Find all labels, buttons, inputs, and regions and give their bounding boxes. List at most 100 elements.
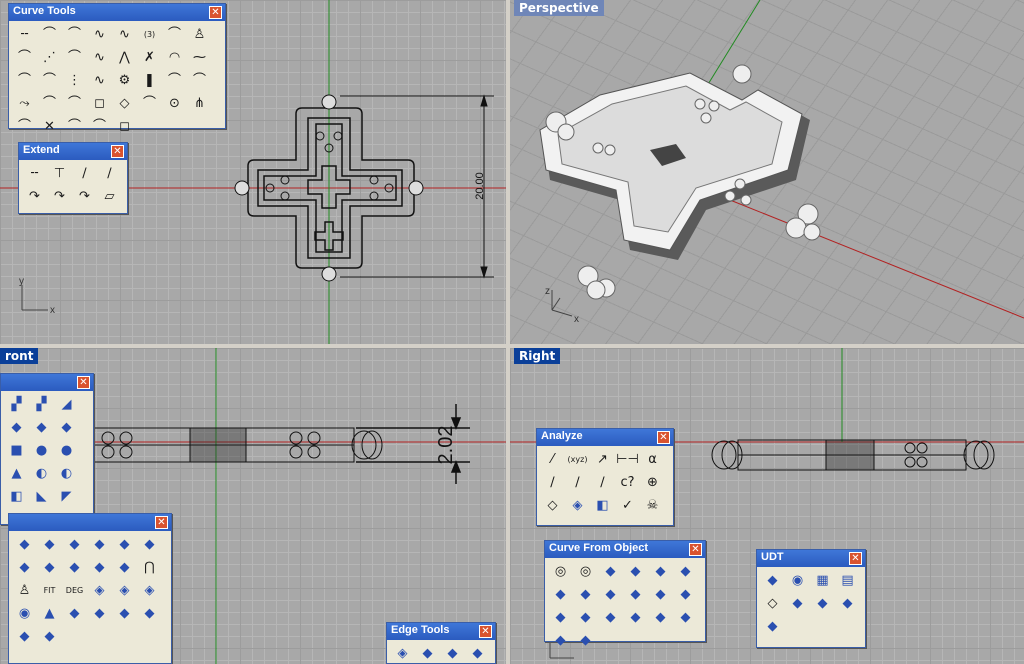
- viewport-label-right[interactable]: Right: [514, 348, 561, 364]
- analyze-tool-button[interactable]: ⊢⊣: [616, 449, 639, 470]
- extend-tool-button[interactable]: ╌: [23, 163, 46, 184]
- curve-tools-titlebar[interactable]: Curve Tools ✕: [9, 4, 225, 21]
- curve-from-object-tool-button[interactable]: ◆: [599, 584, 622, 605]
- curve-from-object-tool-button[interactable]: ◆: [574, 630, 597, 651]
- curve-tools-tool-button[interactable]: ⌒: [63, 24, 86, 45]
- curve-tools-tool-button[interactable]: ╌: [13, 24, 36, 45]
- analyze-tool-button[interactable]: ∕: [591, 472, 614, 493]
- analyze-tool-button[interactable]: (xyz): [566, 449, 589, 470]
- edge-tools-titlebar[interactable]: Edge Tools ✕: [387, 623, 495, 640]
- curve-tools-tool-button[interactable]: ◠: [163, 47, 186, 68]
- udt-tool-button[interactable]: ◆: [811, 593, 834, 614]
- extend-tool-button[interactable]: ∕: [98, 163, 121, 184]
- curve-tools-tool-button[interactable]: ⋔: [188, 93, 211, 114]
- analyze-tool-button[interactable]: ☠: [641, 495, 664, 516]
- analyze-tool-button[interactable]: ✓: [616, 495, 639, 516]
- surface-titlebar[interactable]: ✕: [9, 514, 171, 531]
- front-left-titlebar[interactable]: ✕: [1, 374, 93, 391]
- curve-tools-tool-button[interactable]: ◻: [88, 93, 111, 114]
- analyze-tool-button[interactable]: ⁄: [541, 449, 564, 470]
- surface-tool-button[interactable]: ⋂: [138, 557, 161, 578]
- surface-tool-button[interactable]: ◆: [13, 557, 36, 578]
- udt-tool-button[interactable]: ◆: [836, 593, 859, 614]
- surface-tool-button[interactable]: ◆: [138, 534, 161, 555]
- surface-tool-button[interactable]: ◆: [113, 603, 136, 624]
- extend-tool-button[interactable]: ∕: [73, 163, 96, 184]
- close-icon[interactable]: ✕: [657, 431, 670, 444]
- curve-from-object-tool-button[interactable]: ◆: [574, 584, 597, 605]
- curve-from-object-tool-button[interactable]: ◆: [674, 607, 697, 628]
- surface-tool-button[interactable]: ◆: [63, 557, 86, 578]
- front-left-tool-button[interactable]: ●: [55, 440, 78, 461]
- curve-tools-tool-button[interactable]: ∿: [88, 47, 111, 68]
- curve-from-object-tool-button[interactable]: ◆: [649, 584, 672, 605]
- surface-tool-button[interactable]: ◆: [63, 603, 86, 624]
- front-left-tool-button[interactable]: ◧: [5, 486, 28, 507]
- curve-from-object-tool-button[interactable]: ◆: [649, 607, 672, 628]
- close-icon[interactable]: ✕: [111, 145, 124, 158]
- curve-tools-tool-button[interactable]: ⌒: [88, 116, 111, 137]
- surface-tool-button[interactable]: ◆: [38, 534, 61, 555]
- surface-tool-button[interactable]: ◆: [88, 603, 111, 624]
- curve-tools-tool-button[interactable]: ♙: [188, 24, 211, 45]
- curve-tools-tool-button[interactable]: ⌒: [63, 93, 86, 114]
- analyze-tool-button[interactable]: ◇: [541, 495, 564, 516]
- front-left-tool-button[interactable]: ◢: [55, 394, 78, 415]
- front-left-tool-button[interactable]: ◐: [55, 463, 78, 484]
- udt-tool-button[interactable]: ◇: [761, 593, 784, 614]
- surface-tool-button[interactable]: ◆: [113, 557, 136, 578]
- curve-tools-tool-button[interactable]: ⌒: [63, 116, 86, 137]
- close-icon[interactable]: ✕: [155, 516, 168, 529]
- curve-tools-tool-button[interactable]: ⁓: [188, 47, 211, 68]
- curve-tools-tool-button[interactable]: ◻: [113, 116, 136, 137]
- analyze-tool-button[interactable]: ∕: [566, 472, 589, 493]
- curve-tools-tool-button[interactable]: ∿: [113, 24, 136, 45]
- surface-tool-button[interactable]: ◆: [38, 557, 61, 578]
- front-left-tool-button[interactable]: ▲: [5, 463, 28, 484]
- surface-tool-button[interactable]: FIT: [38, 580, 61, 601]
- perspective-viewport[interactable]: z x Perspective: [510, 0, 1024, 344]
- surface-tool-button[interactable]: ◈: [113, 580, 136, 601]
- edge-tools-tool-button[interactable]: ◆: [416, 643, 439, 664]
- curve-tools-tool-button[interactable]: ⌒: [163, 70, 186, 91]
- extend-tool-button[interactable]: ↷: [23, 186, 46, 207]
- close-icon[interactable]: ✕: [77, 376, 90, 389]
- close-icon[interactable]: ✕: [689, 543, 702, 556]
- surface-tool-button[interactable]: ♙: [13, 580, 36, 601]
- surface-tool-button[interactable]: ◉: [13, 603, 36, 624]
- front-left-tool-button[interactable]: ▞: [30, 394, 53, 415]
- surface-tool-button[interactable]: ◆: [13, 534, 36, 555]
- curve-from-object-tool-button[interactable]: ◆: [624, 561, 647, 582]
- curve-tools-tool-button[interactable]: ⌒: [38, 93, 61, 114]
- analyze-tool-button[interactable]: ⊕: [641, 472, 664, 493]
- curve-tools-tool-button[interactable]: ⌒: [13, 70, 36, 91]
- curve-from-object-tool-button[interactable]: ◎: [549, 561, 572, 582]
- curve-from-object-tool-button[interactable]: ◆: [549, 630, 572, 651]
- surface-tool-button[interactable]: ▲: [38, 603, 61, 624]
- curve-tools-tool-button[interactable]: ⋮: [63, 70, 86, 91]
- curve-tools-tool-button[interactable]: ⌒: [188, 70, 211, 91]
- curve-from-object-tool-button[interactable]: ◆: [624, 584, 647, 605]
- udt-tool-button[interactable]: ◆: [761, 616, 784, 637]
- curve-tools-tool-button[interactable]: ⌒: [13, 47, 36, 68]
- viewport-label-perspective[interactable]: Perspective: [514, 0, 604, 16]
- curve-tools-tool-button[interactable]: ∿: [88, 24, 111, 45]
- curve-from-object-tool-button[interactable]: ◆: [549, 607, 572, 628]
- curve-tools-tool-button[interactable]: ◇: [113, 93, 136, 114]
- viewport-label-top[interactable]: [4, 0, 14, 2]
- curve-tools-tool-button[interactable]: ⌒: [63, 47, 86, 68]
- udt-titlebar[interactable]: UDT ✕: [757, 550, 865, 567]
- udt-tool-button[interactable]: ◆: [786, 593, 809, 614]
- curve-tools-tool-button[interactable]: ⚙: [113, 70, 136, 91]
- edge-tools-tool-button[interactable]: ◈: [391, 643, 414, 664]
- curve-tools-tool-button[interactable]: ⌒: [138, 93, 161, 114]
- curve-from-object-tool-button[interactable]: ◆: [549, 584, 572, 605]
- surface-tool-button[interactable]: ◈: [138, 580, 161, 601]
- curve-from-object-tool-button[interactable]: ◎: [574, 561, 597, 582]
- surface-tool-button[interactable]: DEG: [63, 580, 86, 601]
- curve-from-object-tool-button[interactable]: ◆: [674, 584, 697, 605]
- analyze-tool-button[interactable]: ∕: [541, 472, 564, 493]
- front-left-tool-button[interactable]: ▞: [5, 394, 28, 415]
- curve-from-object-tool-button[interactable]: ◆: [599, 607, 622, 628]
- extend-tool-button[interactable]: ⊤: [48, 163, 71, 184]
